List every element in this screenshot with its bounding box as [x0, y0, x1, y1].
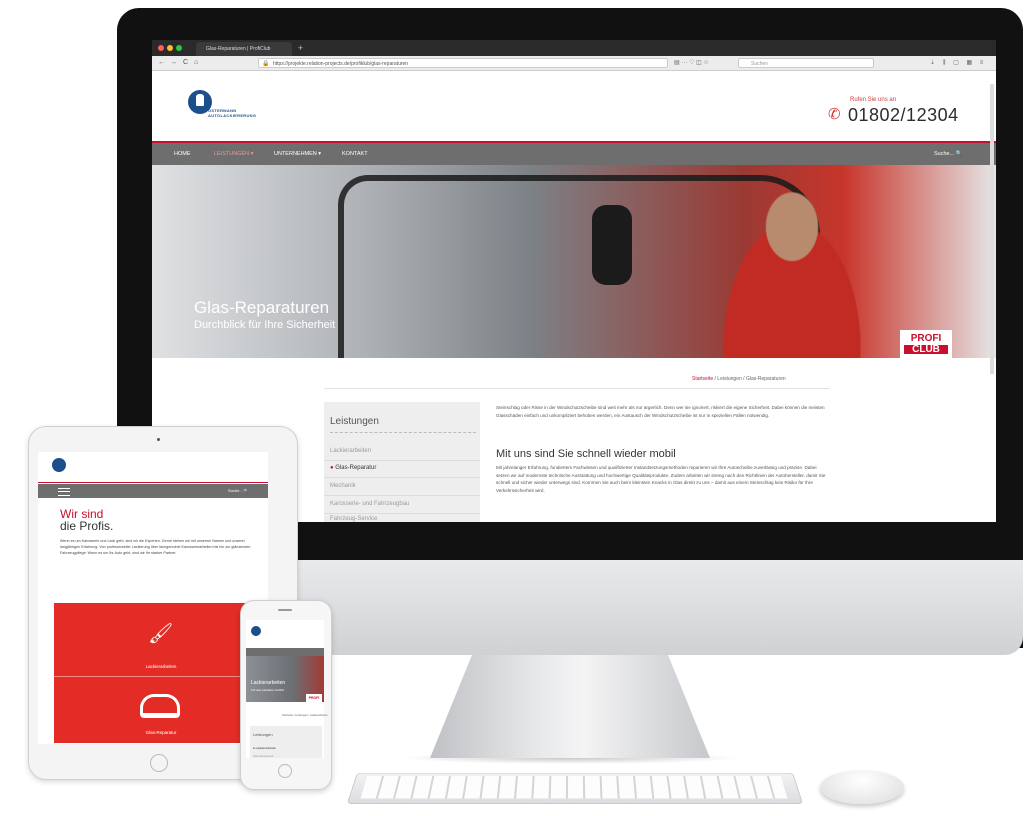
body-paragraph: Mit jahrelanger Erfahrung, fundiertem Fa…: [496, 465, 826, 493]
ipad-headline-dark: die Profis.: [60, 519, 114, 533]
intro-paragraph: Steinschlag oder Risse in der Windschutz…: [496, 405, 825, 418]
ipad-search-link[interactable]: Suche... 🔍: [228, 484, 249, 498]
breadcrumb: Startseite / Leistungen / Glas-Reparatur…: [692, 376, 786, 382]
sidebar-item-karosserie[interactable]: Karosserie- und Fahrzeugbau: [330, 501, 409, 507]
sidebar-item-glas-reparatur[interactable]: ● Glas-Reparatur: [330, 465, 376, 471]
spray-gun-icon: 🖌: [148, 623, 174, 645]
nav-leistungen[interactable]: LEISTUNGEN ▾: [214, 143, 253, 165]
reload-icon[interactable]: C: [183, 56, 188, 70]
badge-top: PROFI: [910, 333, 942, 344]
badge-bottom: CLUB: [904, 345, 948, 355]
browser-tabbar: Glas-Reparaturen | ProfiClub +: [152, 40, 996, 56]
iphone-home-button[interactable]: [278, 764, 292, 778]
hero-mechanic-photo: [692, 165, 892, 358]
call-label: Rufen Sie uns an: [850, 97, 897, 103]
iphone-logo-badge[interactable]: [251, 626, 261, 636]
zoom-window-icon[interactable]: [176, 45, 182, 51]
new-tab-button[interactable]: +: [298, 41, 303, 55]
imac-stand: [430, 648, 710, 758]
home-icon[interactable]: ⌂: [194, 56, 198, 70]
browser-toolbar: ← → C ⌂ https://projekte.relation-projec…: [152, 56, 996, 71]
ipad-header-divider: [38, 482, 268, 483]
sidebar-heading: Leistungen: [330, 416, 379, 427]
main-nav: HOME LEISTUNGEN ▾ UNTERNEHMEN ▾ KONTAKT …: [152, 143, 996, 165]
forward-icon[interactable]: →: [170, 56, 177, 70]
sidebar-divider: [324, 460, 480, 461]
hero-subtitle: Durchblick für Ihre Sicherheit: [194, 319, 336, 331]
site-search-link[interactable]: Suche... 🔍: [934, 143, 963, 165]
sidebar-divider: [324, 495, 480, 496]
profi-club-badge: PROFI CLUB: [900, 330, 952, 358]
phone-number[interactable]: 01802/12304: [848, 104, 959, 126]
nav-kontakt[interactable]: KONTAKT: [342, 143, 368, 165]
section-heading: Mit uns sind Sie schnell wieder mobil: [496, 448, 676, 460]
logo-line2: AUTOLACKIERERUNG: [208, 113, 257, 118]
address-bar[interactable]: https://projekte.relation-projects.de/pr…: [258, 58, 668, 68]
tile-glas-reparatur[interactable]: Glas-Reparatur: [54, 730, 268, 735]
sidebar-item-label: Glas-Reparatur: [335, 465, 377, 471]
iphone-nav[interactable]: [246, 648, 324, 656]
breadcrumb-current: Glas-Reparaturen: [745, 376, 786, 382]
breadcrumb-home[interactable]: Startseite: [692, 376, 713, 382]
selected-bullet: ●: [330, 465, 334, 471]
sidebar-divider: [324, 477, 480, 478]
iphone-profi-badge: PROFI: [306, 694, 322, 702]
phone-icon: ✆: [828, 106, 841, 123]
apple-logo-icon: [556, 574, 596, 622]
hero-suction-tool: [592, 205, 632, 285]
ipad-paragraph: Wenn es um Karosserie und Lack geht, sin…: [60, 539, 251, 556]
iphone-hero-title: Lackierarbeiten: [251, 680, 286, 686]
nav-unternehmen[interactable]: UNTERNEHMEN ▾: [274, 143, 321, 165]
sidebar-item-lackierarbeiten[interactable]: Lackierarbeiten: [330, 448, 371, 454]
sidebar-item-fahrzeug-service[interactable]: Fahrzeug-Service: [330, 516, 377, 522]
page-actions[interactable]: ▤ ··· ♡ ◫ ☆: [674, 56, 709, 70]
ipad-home-button[interactable]: [150, 754, 168, 772]
tile-divider: [54, 676, 268, 677]
iphone-speaker: [278, 609, 292, 611]
iphone-breadcrumb[interactable]: Startseite / Leistungen / Lackierarbeite…: [282, 714, 328, 717]
ipad-logo-badge[interactable]: [52, 458, 66, 472]
windshield-icon: [140, 694, 180, 718]
page-scrollbar[interactable]: [990, 84, 994, 374]
browser-search-input[interactable]: Suchen: [738, 58, 874, 68]
hero-title: Glas-Reparaturen: [194, 298, 330, 317]
breadcrumb-section[interactable]: Leistungen: [717, 376, 741, 382]
ipad-camera: [157, 438, 160, 441]
back-icon[interactable]: ←: [158, 56, 165, 70]
sidebar-dash: [330, 432, 476, 433]
sidebar-item-mechanik[interactable]: Mechanik: [330, 483, 356, 489]
browser-menu-icons[interactable]: ⇣ ⫼ ▢ ▦ ≡: [930, 56, 986, 70]
tile-lackierarbeiten[interactable]: Lackierarbeiten: [54, 664, 268, 669]
content-divider: [324, 388, 830, 389]
lock-icon: 🔒: [262, 61, 270, 67]
sidebar-divider: [324, 513, 480, 514]
iphone-sidebar-item[interactable]: ● Lackierarbeiten: [253, 746, 276, 750]
close-window-icon[interactable]: [158, 45, 164, 51]
minimize-window-icon[interactable]: [167, 45, 173, 51]
menu-icon[interactable]: [58, 488, 70, 496]
keyboard-keys: [360, 775, 788, 799]
iphone-sidebar-item[interactable]: Glas-Reparatur: [253, 754, 274, 758]
magic-mouse: [820, 770, 904, 804]
iphone-sidebar-heading: Leistungen: [253, 732, 273, 737]
iphone-hero-subtitle: Für den perfekten Auftritt: [251, 688, 285, 692]
browser-tab[interactable]: Glas-Reparaturen | ProfiClub: [196, 42, 292, 56]
logo-text[interactable]: OSTERMANN AUTOLACKIERERUNG: [208, 108, 256, 118]
nav-home[interactable]: HOME: [174, 143, 191, 165]
